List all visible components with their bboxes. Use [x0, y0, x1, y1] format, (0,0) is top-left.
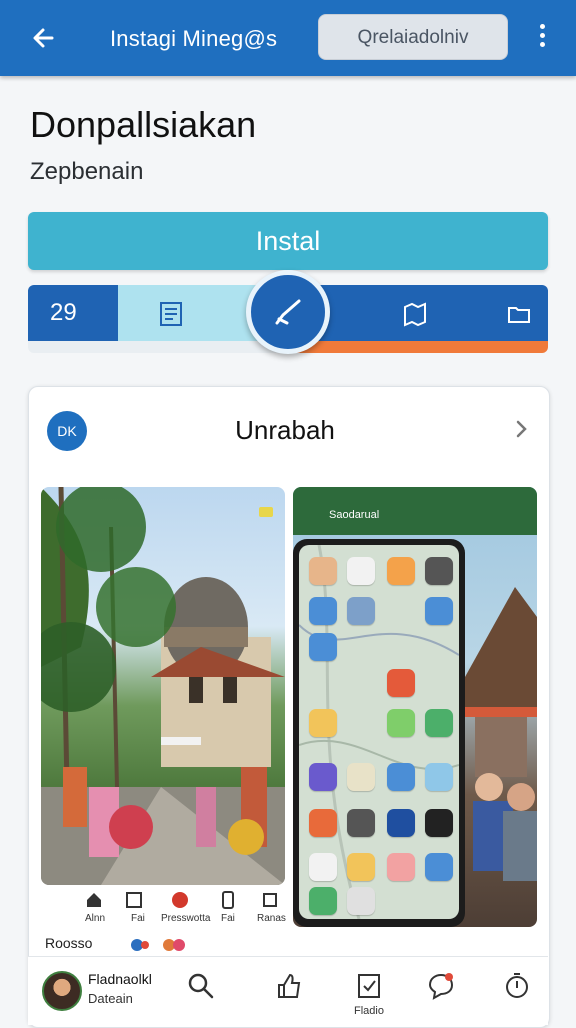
app-title: Instagi Mineg@s: [110, 26, 278, 51]
app-icon-12[interactable]: [425, 709, 453, 737]
install-button[interactable]: Instal: [28, 212, 548, 270]
app-icon-7[interactable]: [425, 597, 453, 625]
stat-count[interactable]: 29: [28, 285, 118, 341]
app-icon-3[interactable]: [387, 557, 415, 585]
card-footer-label: Roosso: [45, 935, 93, 951]
arrow-left-icon[interactable]: [28, 22, 60, 54]
chat-icon[interactable]: [426, 971, 456, 1001]
caption-3: Presswotta: [161, 913, 211, 924]
reaction-icons[interactable]: [129, 935, 189, 955]
app-icon-25[interactable]: [309, 887, 337, 915]
app-icon-9[interactable]: [387, 669, 415, 697]
caption-1: Alnn: [85, 913, 106, 924]
edit-fab-button[interactable]: [246, 270, 330, 354]
device-icon[interactable]: [261, 891, 279, 909]
home-icon[interactable]: [85, 891, 103, 909]
app-icon-23[interactable]: [387, 853, 415, 881]
card-title: Unrabah: [235, 415, 335, 445]
bottom-nav: Fladnaolkl Dateain Fladio: [28, 956, 548, 1025]
nav-active-label: Fladio: [354, 1005, 384, 1017]
screenshot-phone[interactable]: Saodarual: [293, 487, 537, 927]
app-icon-17[interactable]: [309, 809, 337, 837]
app-icon-8[interactable]: [309, 633, 337, 661]
app-icon-16[interactable]: [425, 763, 453, 791]
nav-user-name: Fladnaolkl: [88, 971, 152, 987]
app-icon-24[interactable]: [425, 853, 453, 881]
map-icon[interactable]: [400, 299, 430, 329]
page-title: Donpallsiakan: [30, 104, 257, 145]
page-subtitle: Zepbenain: [30, 158, 144, 185]
edit-pen-icon: [275, 299, 301, 325]
house-scene-image: [465, 587, 537, 881]
app-icon-10[interactable]: [309, 709, 337, 737]
app-icon-1[interactable]: [309, 557, 337, 585]
app-icon-19[interactable]: [387, 809, 415, 837]
shot2-topbar: Saodarual: [293, 487, 537, 535]
caption-4: Fai: [221, 913, 235, 924]
folder-icon[interactable]: [504, 299, 534, 329]
search-icon[interactable]: [186, 971, 216, 1001]
app-preview-card: DK Unrabah Saodarual Alnn Fai Presswotta…: [28, 386, 550, 1028]
app-icon-18[interactable]: [347, 809, 375, 837]
app-icon-22[interactable]: [347, 853, 375, 881]
app-icon-13[interactable]: [309, 763, 337, 791]
progress-track: [28, 341, 288, 353]
screenshot-temple[interactable]: [41, 487, 285, 885]
window-icon[interactable]: [125, 891, 143, 909]
caption-2: Fai: [131, 913, 145, 924]
kebab-menu-icon[interactable]: [534, 24, 550, 52]
caption-5: Ranas: [257, 913, 286, 924]
phone-mockup: [293, 539, 465, 927]
app-icon-15[interactable]: [387, 763, 415, 791]
phone-icon[interactable]: [219, 891, 237, 909]
app-icon-26[interactable]: [347, 887, 375, 915]
app-icon-14[interactable]: [347, 763, 375, 791]
phone-screen: [299, 545, 459, 919]
timer-icon[interactable]: [502, 971, 532, 1001]
app-icon-21[interactable]: [309, 853, 337, 881]
thumbs-up-icon[interactable]: [274, 971, 304, 1001]
chevron-right-icon[interactable]: [513, 417, 531, 441]
shot2-label: Saodarual: [329, 509, 380, 521]
app-icon-2[interactable]: [347, 557, 375, 585]
document-icon: [160, 302, 182, 326]
heart-icon[interactable]: [171, 891, 189, 909]
nav-user-sub: Dateain: [88, 991, 133, 1006]
top-action-button[interactable]: Qrelaiadolniv: [318, 14, 508, 60]
app-icon-4[interactable]: [425, 557, 453, 585]
temple-scene-image: [41, 487, 285, 885]
progress-accent: [288, 341, 548, 353]
app-icon-6[interactable]: [347, 597, 375, 625]
avatar[interactable]: [42, 971, 82, 1011]
screenshot-captions: Alnn Fai Presswotta Fai Ranas: [49, 889, 289, 929]
app-icon-11[interactable]: [387, 709, 415, 737]
app-icon-5[interactable]: [309, 597, 337, 625]
checklist-icon[interactable]: [354, 971, 384, 1001]
app-icon-20[interactable]: [425, 809, 453, 837]
top-app-bar: Instagi Mineg@s Qrelaiadolniv: [0, 0, 576, 76]
